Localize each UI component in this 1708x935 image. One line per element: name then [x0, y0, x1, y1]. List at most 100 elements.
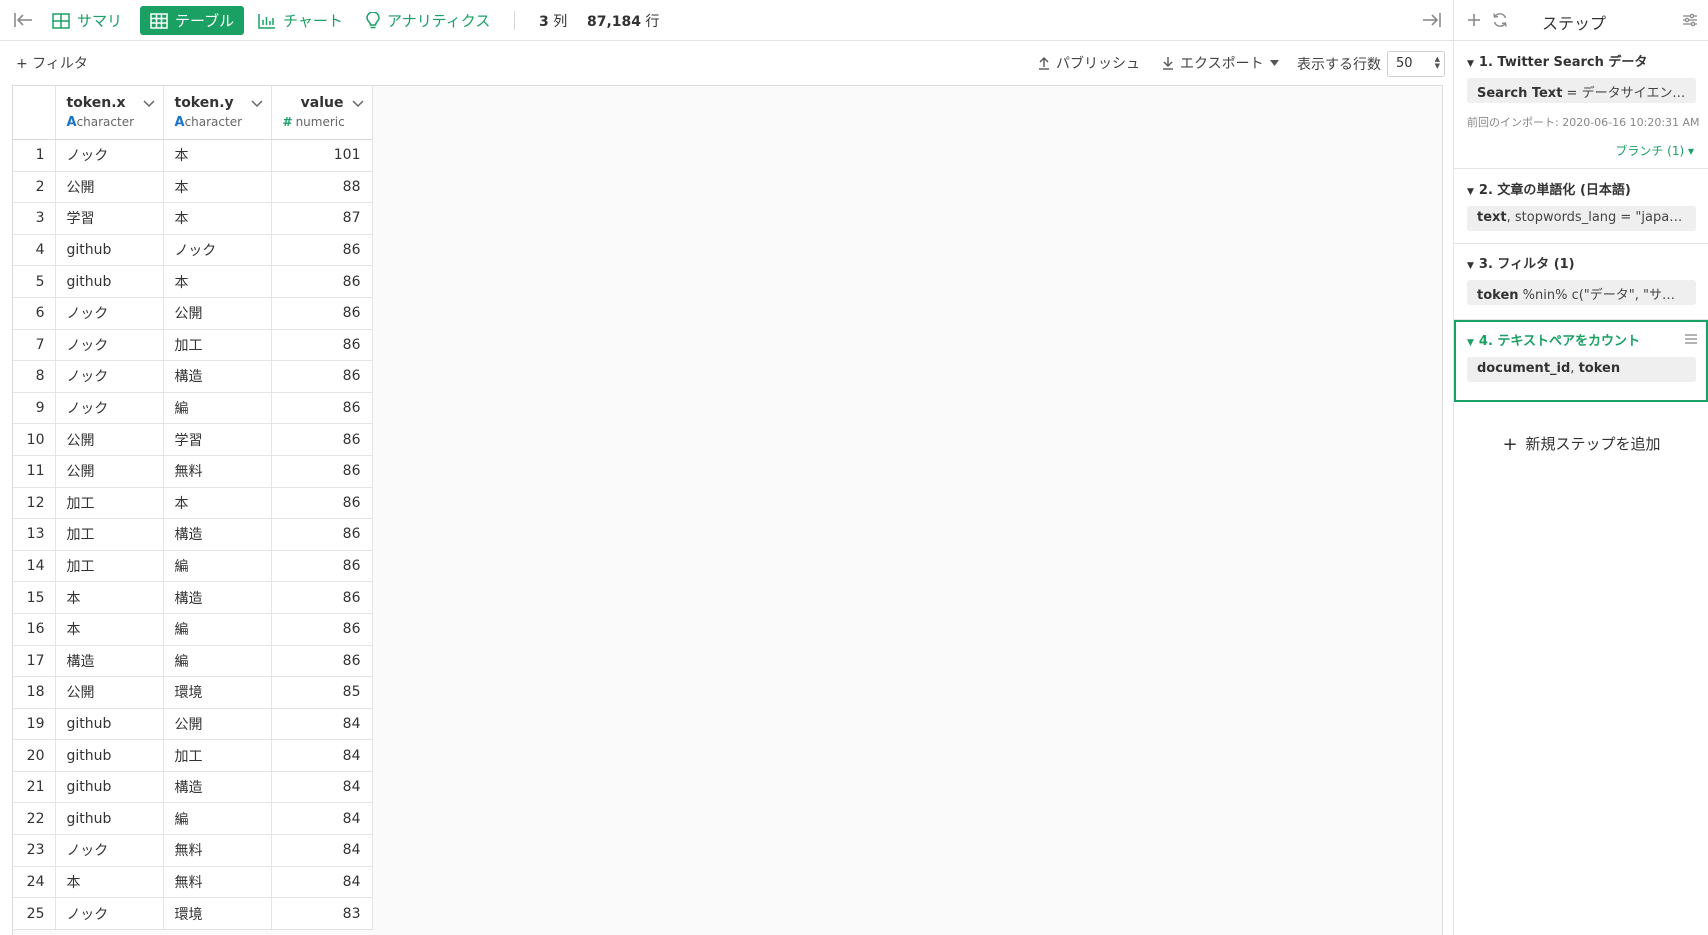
cell-value[interactable]: 86	[271, 234, 373, 267]
tab-analytics[interactable]: アナリティクス	[356, 6, 500, 35]
cell-token-y[interactable]: 本	[163, 265, 272, 298]
cell-token-y[interactable]: 学習	[163, 423, 272, 456]
column-header-token-y[interactable]: token.y Acharacter	[163, 86, 272, 140]
cell-token-y[interactable]: 編	[163, 392, 272, 425]
step-title[interactable]: ▼ 1. Twitter Search データ	[1467, 51, 1647, 70]
cell-token-y[interactable]: 本	[163, 202, 272, 235]
refresh-icon[interactable]	[1490, 10, 1510, 30]
cell-token-x[interactable]: 公開	[55, 423, 164, 456]
step-title[interactable]: ▼ 4. テキストペアをカウント	[1467, 330, 1640, 349]
step-parameters[interactable]: Search Text = データサイエンス, ...	[1467, 78, 1696, 103]
cell-token-x[interactable]: 本	[55, 613, 164, 646]
cell-value[interactable]: 84	[271, 771, 373, 804]
rows-per-page-select[interactable]: 50 ▲ ▼	[1387, 51, 1445, 77]
cell-token-x[interactable]: 加工	[55, 550, 164, 583]
cell-token-x[interactable]: github	[55, 771, 164, 804]
cell-token-x[interactable]: 本	[55, 581, 164, 614]
chevron-down-icon[interactable]	[142, 98, 156, 108]
cell-token-x[interactable]: ノック	[55, 897, 164, 930]
column-header-token-x[interactable]: token.x Acharacter	[55, 86, 164, 140]
cell-value[interactable]: 88	[271, 171, 373, 204]
cell-value[interactable]: 84	[271, 739, 373, 772]
cell-token-y[interactable]: 環境	[163, 676, 272, 709]
cell-value[interactable]: 83	[271, 897, 373, 930]
cell-token-y[interactable]: 本	[163, 171, 272, 204]
cell-value[interactable]: 86	[271, 518, 373, 551]
tab-table[interactable]: テーブル	[140, 6, 245, 35]
cell-token-x[interactable]: github	[55, 739, 164, 772]
cell-token-y[interactable]: 本	[163, 487, 272, 520]
cell-value[interactable]: 87	[271, 202, 373, 235]
cell-token-x[interactable]: github	[55, 234, 164, 267]
step-count-pairs[interactable]: ▼ 4. テキストペアをカウント document_id, token	[1454, 320, 1708, 402]
cell-token-x[interactable]: ノック	[55, 392, 164, 425]
cell-token-y[interactable]: 本	[163, 139, 272, 172]
step-title[interactable]: ▼ 3. フィルタ (1)	[1467, 253, 1575, 272]
cell-value[interactable]: 84	[271, 866, 373, 899]
step-filter[interactable]: ▼ 3. フィルタ (1) token %nin% c("データ", "サイエ..…	[1454, 244, 1708, 320]
cell-value[interactable]: 85	[271, 676, 373, 709]
export-button[interactable]: エクスポート	[1162, 53, 1279, 73]
cell-value[interactable]: 86	[271, 297, 373, 330]
cell-token-y[interactable]: 構造	[163, 518, 272, 551]
cell-token-x[interactable]: ノック	[55, 360, 164, 393]
cell-token-y[interactable]: 無料	[163, 866, 272, 899]
step-twitter-search[interactable]: ▼ 1. Twitter Search データ Search Text = データ…	[1454, 41, 1708, 169]
cell-value[interactable]: 86	[271, 265, 373, 298]
cell-value[interactable]: 84	[271, 834, 373, 867]
cell-token-x[interactable]: 加工	[55, 518, 164, 551]
step-parameters[interactable]: document_id, token	[1467, 357, 1696, 382]
cell-token-x[interactable]: 本	[55, 866, 164, 899]
cell-value[interactable]: 101	[271, 139, 373, 172]
column-header-value[interactable]: value # numeric	[271, 86, 373, 140]
cell-token-x[interactable]: 構造	[55, 645, 164, 678]
cell-token-x[interactable]: 学習	[55, 202, 164, 235]
branch-link[interactable]: ブランチ (1) ▾	[1615, 142, 1694, 159]
cell-token-y[interactable]: 構造	[163, 771, 272, 804]
cell-token-y[interactable]: 編	[163, 613, 272, 646]
cell-token-x[interactable]: github	[55, 708, 164, 741]
step-parameters[interactable]: token %nin% c("データ", "サイエ...	[1467, 280, 1696, 305]
cell-value[interactable]: 86	[271, 645, 373, 678]
cell-token-x[interactable]: 公開	[55, 676, 164, 709]
cell-token-y[interactable]: 公開	[163, 708, 272, 741]
step-title[interactable]: ▼ 2. 文章の単語化 (日本語)	[1467, 179, 1631, 198]
cell-token-y[interactable]: 無料	[163, 834, 272, 867]
cell-token-x[interactable]: 公開	[55, 455, 164, 488]
cell-value[interactable]: 86	[271, 455, 373, 488]
cell-token-x[interactable]: ノック	[55, 329, 164, 362]
collapse-right-icon[interactable]	[1421, 10, 1443, 30]
add-filter-button[interactable]: + フィルタ	[16, 53, 88, 73]
cell-token-x[interactable]: 公開	[55, 171, 164, 204]
cell-token-y[interactable]: 環境	[163, 897, 272, 930]
cell-value[interactable]: 86	[271, 613, 373, 646]
cell-value[interactable]: 84	[271, 802, 373, 836]
collapse-left-icon[interactable]	[12, 10, 34, 30]
hamburger-menu-icon[interactable]	[1684, 333, 1698, 345]
cell-value[interactable]: 86	[271, 487, 373, 520]
plus-icon[interactable]	[1464, 10, 1484, 30]
cell-value[interactable]: 86	[271, 392, 373, 425]
cell-token-y[interactable]: 編	[163, 550, 272, 583]
step-parameters[interactable]: text, stopwords_lang = "japanese"	[1467, 206, 1696, 231]
chevron-down-icon[interactable]	[351, 98, 365, 108]
step-tokenize[interactable]: ▼ 2. 文章の単語化 (日本語) text, stopwords_lang = …	[1454, 169, 1708, 244]
cell-token-x[interactable]: github	[55, 802, 164, 836]
cell-token-y[interactable]: 無料	[163, 455, 272, 488]
cell-token-x[interactable]: ノック	[55, 139, 164, 172]
add-new-step-button[interactable]: + 新規ステップを追加	[1454, 433, 1708, 455]
cell-token-y[interactable]: 編	[163, 645, 272, 678]
cell-token-y[interactable]: 編	[163, 802, 272, 836]
publish-button[interactable]: パブリッシュ	[1038, 53, 1140, 73]
tab-chart[interactable]: チャート	[248, 6, 353, 35]
tab-summary[interactable]: サマリ	[42, 6, 132, 35]
cell-value[interactable]: 86	[271, 581, 373, 614]
cell-value[interactable]: 86	[271, 329, 373, 362]
cell-value[interactable]: 84	[271, 708, 373, 741]
cell-token-x[interactable]: 加工	[55, 487, 164, 520]
settings-sliders-icon[interactable]	[1680, 10, 1700, 30]
cell-value[interactable]: 86	[271, 360, 373, 393]
cell-token-y[interactable]: 加工	[163, 329, 272, 362]
cell-value[interactable]: 86	[271, 550, 373, 583]
cell-value[interactable]: 86	[271, 423, 373, 456]
